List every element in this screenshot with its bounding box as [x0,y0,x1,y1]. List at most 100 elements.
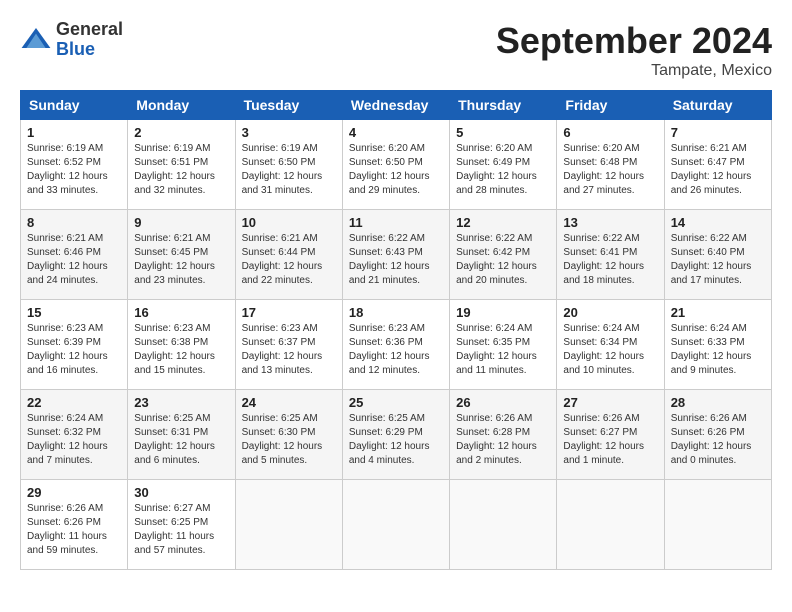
day-cell-2: 2 Sunrise: 6:19 AMSunset: 6:51 PMDaylight… [128,120,235,210]
day-number: 27 [563,395,657,410]
day-info: Sunrise: 6:24 AMSunset: 6:35 PMDaylight:… [456,322,550,378]
week-row-1: 1 Sunrise: 6:19 AMSunset: 6:52 PMDaylight… [21,120,772,210]
day-number: 25 [349,395,443,410]
day-cell-26: 26 Sunrise: 6:26 AMSunset: 6:28 PMDayligh… [450,390,557,480]
day-cell-20: 20 Sunrise: 6:24 AMSunset: 6:34 PMDayligh… [557,300,664,390]
title-block: September 2024 Tampate, Mexico [496,20,772,80]
day-cell-21: 21 Sunrise: 6:24 AMSunset: 6:33 PMDayligh… [664,300,771,390]
month-title: September 2024 [496,20,772,62]
day-info: Sunrise: 6:24 AMSunset: 6:32 PMDaylight:… [27,412,121,468]
day-cell-12: 12Sunrise: 6:22 AMSunset: 6:42 PMDayligh… [450,210,557,300]
day-info: Sunrise: 6:26 AMSunset: 6:26 PMDaylight:… [671,412,765,468]
day-cell-11: 11 Sunrise: 6:22 AMSunset: 6:43 PMDayligh… [342,210,449,300]
day-cell-18: 18Sunrise: 6:23 AMSunset: 6:36 PMDayligh… [342,300,449,390]
day-cell-17: 17 Sunrise: 6:23 AMSunset: 6:37 PMDayligh… [235,300,342,390]
weekday-header-sunday: Sunday [21,91,128,120]
empty-cell [450,480,557,570]
day-cell-27: 27 Sunrise: 6:26 AMSunset: 6:27 PMDayligh… [557,390,664,480]
weekday-header-saturday: Saturday [664,91,771,120]
day-number: 17 [242,305,336,320]
day-number: 3 [242,125,336,140]
day-number: 7 [671,125,765,140]
day-number: 6 [563,125,657,140]
day-number: 28 [671,395,765,410]
logo: General Blue [20,20,123,60]
day-info: Sunrise: 6:26 AMSunset: 6:28 PMDaylight:… [456,412,550,468]
day-cell-9: 9Sunrise: 6:21 AMSunset: 6:45 PMDaylight… [128,210,235,300]
day-info: Sunrise: 6:20 AMSunset: 6:48 PMDaylight:… [563,142,657,198]
week-row-4: 22 Sunrise: 6:24 AMSunset: 6:32 PMDayligh… [21,390,772,480]
day-cell-24: 24 Sunrise: 6:25 AMSunset: 6:30 PMDayligh… [235,390,342,480]
day-number: 29 [27,485,121,500]
day-info: Sunrise: 6:21 AMSunset: 6:46 PMDaylight:… [27,232,121,288]
day-number: 4 [349,125,443,140]
day-cell-1: 1 Sunrise: 6:19 AMSunset: 6:52 PMDaylight… [21,120,128,210]
weekday-header-tuesday: Tuesday [235,91,342,120]
day-info: Sunrise: 6:25 AMSunset: 6:31 PMDaylight:… [134,412,228,468]
day-number: 21 [671,305,765,320]
day-info: Sunrise: 6:24 AMSunset: 6:34 PMDaylight:… [563,322,657,378]
week-row-5: 29Sunrise: 6:26 AMSunset: 6:26 PMDayligh… [21,480,772,570]
day-number: 2 [134,125,228,140]
day-info: Sunrise: 6:20 AMSunset: 6:50 PMDaylight:… [349,142,443,198]
day-info: Sunrise: 6:25 AMSunset: 6:29 PMDaylight:… [349,412,443,468]
day-info: Sunrise: 6:19 AMSunset: 6:50 PMDaylight:… [242,142,336,198]
day-info: Sunrise: 6:23 AMSunset: 6:37 PMDaylight:… [242,322,336,378]
day-number: 14 [671,215,765,230]
day-info: Sunrise: 6:22 AMSunset: 6:40 PMDaylight:… [671,232,765,288]
logo-icon [20,24,52,56]
day-info: Sunrise: 6:24 AMSunset: 6:33 PMDaylight:… [671,322,765,378]
day-number: 22 [27,395,121,410]
day-number: 9 [134,215,228,230]
day-cell-22: 22 Sunrise: 6:24 AMSunset: 6:32 PMDayligh… [21,390,128,480]
day-info: Sunrise: 6:22 AMSunset: 6:42 PMDaylight:… [456,232,550,288]
day-cell-23: 23 Sunrise: 6:25 AMSunset: 6:31 PMDayligh… [128,390,235,480]
day-cell-30: 30Sunrise: 6:27 AMSunset: 6:25 PMDayligh… [128,480,235,570]
day-info: Sunrise: 6:20 AMSunset: 6:49 PMDaylight:… [456,142,550,198]
day-info: Sunrise: 6:27 AMSunset: 6:25 PMDaylight:… [134,502,228,558]
day-number: 13 [563,215,657,230]
day-cell-29: 29Sunrise: 6:26 AMSunset: 6:26 PMDayligh… [21,480,128,570]
day-cell-16: 16 Sunrise: 6:23 AMSunset: 6:38 PMDayligh… [128,300,235,390]
day-number: 10 [242,215,336,230]
day-info: Sunrise: 6:26 AMSunset: 6:27 PMDaylight:… [563,412,657,468]
day-cell-4: 4 Sunrise: 6:20 AMSunset: 6:50 PMDaylight… [342,120,449,210]
day-cell-5: 5 Sunrise: 6:20 AMSunset: 6:49 PMDaylight… [450,120,557,210]
calendar-table: SundayMondayTuesdayWednesdayThursdayFrid… [20,90,772,570]
weekday-header-row: SundayMondayTuesdayWednesdayThursdayFrid… [21,91,772,120]
day-info: Sunrise: 6:22 AMSunset: 6:43 PMDaylight:… [349,232,443,288]
day-number: 8 [27,215,121,230]
day-number: 1 [27,125,121,140]
day-info: Sunrise: 6:23 AMSunset: 6:38 PMDaylight:… [134,322,228,378]
day-number: 5 [456,125,550,140]
weekday-header-friday: Friday [557,91,664,120]
day-cell-28: 28 Sunrise: 6:26 AMSunset: 6:26 PMDayligh… [664,390,771,480]
logo-line2: Blue [56,40,123,60]
empty-cell [235,480,342,570]
weekday-header-monday: Monday [128,91,235,120]
weekday-header-wednesday: Wednesday [342,91,449,120]
weekday-header-thursday: Thursday [450,91,557,120]
day-info: Sunrise: 6:19 AMSunset: 6:51 PMDaylight:… [134,142,228,198]
day-info: Sunrise: 6:19 AMSunset: 6:52 PMDaylight:… [27,142,121,198]
day-number: 23 [134,395,228,410]
day-number: 20 [563,305,657,320]
day-info: Sunrise: 6:25 AMSunset: 6:30 PMDaylight:… [242,412,336,468]
day-info: Sunrise: 6:23 AMSunset: 6:36 PMDaylight:… [349,322,443,378]
empty-cell [557,480,664,570]
day-info: Sunrise: 6:21 AMSunset: 6:47 PMDaylight:… [671,142,765,198]
week-row-3: 15 Sunrise: 6:23 AMSunset: 6:39 PMDayligh… [21,300,772,390]
day-info: Sunrise: 6:23 AMSunset: 6:39 PMDaylight:… [27,322,121,378]
day-number: 24 [242,395,336,410]
page-header: General Blue September 2024 Tampate, Mex… [20,20,772,80]
day-cell-8: 8 Sunrise: 6:21 AMSunset: 6:46 PMDaylight… [21,210,128,300]
day-number: 16 [134,305,228,320]
day-number: 11 [349,215,443,230]
day-cell-7: 7 Sunrise: 6:21 AMSunset: 6:47 PMDaylight… [664,120,771,210]
day-cell-6: 6 Sunrise: 6:20 AMSunset: 6:48 PMDaylight… [557,120,664,210]
day-cell-13: 13Sunrise: 6:22 AMSunset: 6:41 PMDayligh… [557,210,664,300]
logo-text: General Blue [56,20,123,60]
week-row-2: 8 Sunrise: 6:21 AMSunset: 6:46 PMDaylight… [21,210,772,300]
day-number: 26 [456,395,550,410]
day-number: 15 [27,305,121,320]
